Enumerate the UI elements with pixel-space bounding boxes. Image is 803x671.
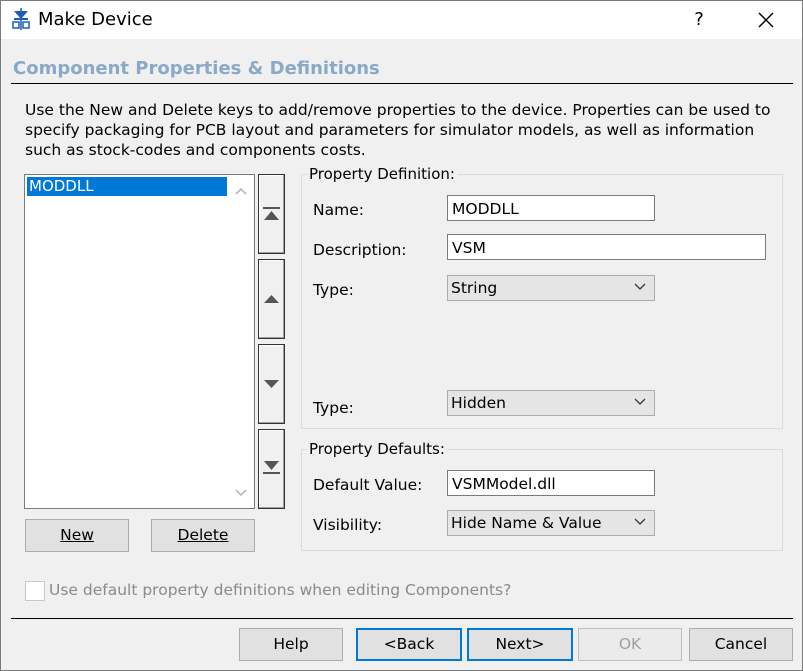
move-up-icon <box>264 295 279 303</box>
help-title-button[interactable]: ? <box>689 9 709 30</box>
scroll-down-icon[interactable] <box>233 485 249 501</box>
move-top-icon <box>263 207 280 220</box>
back-label: <Back <box>383 635 435 653</box>
move-down-button[interactable] <box>258 344 285 424</box>
make-device-dialog: Make Device ? Component Properties & Def… <box>0 0 803 671</box>
scroll-up-icon[interactable] <box>233 183 249 199</box>
default-value-field[interactable]: VSMModel.dll <box>447 470 655 496</box>
cancel-label: Cancel <box>714 635 768 653</box>
description-field[interactable]: VSM <box>447 234 766 260</box>
footer-divider <box>11 618 793 619</box>
help-label: Help <box>273 635 309 653</box>
move-bottom-button[interactable] <box>258 429 285 509</box>
move-top-button[interactable] <box>258 174 285 254</box>
type-value: String <box>451 279 498 297</box>
delete-button[interactable]: Delete <box>151 519 255 552</box>
move-up-button[interactable] <box>258 259 285 339</box>
default-value-label: Default Value: <box>313 476 423 494</box>
chevron-down-icon <box>634 398 646 405</box>
visibility-value: Hide Name & Value <box>451 514 602 532</box>
chevron-down-icon <box>634 283 646 290</box>
type2-value: Hidden <box>451 394 506 412</box>
type2-select[interactable]: Hidden <box>447 390 655 416</box>
list-item[interactable]: MODDLL <box>27 177 227 196</box>
visibility-label: Visibility: <box>313 516 383 534</box>
property-listbox[interactable]: MODDLL <box>24 174 255 509</box>
move-bottom-icon <box>263 461 280 474</box>
ok-button: OK <box>578 628 682 661</box>
cancel-button[interactable]: Cancel <box>689 628 793 661</box>
visibility-select[interactable]: Hide Name & Value <box>447 510 655 536</box>
new-label: New <box>60 526 94 544</box>
section-title: Component Properties & Definitions <box>13 58 380 79</box>
header-divider <box>11 83 793 84</box>
default-definitions-checkbox[interactable] <box>25 581 45 601</box>
description-label: Description: <box>313 241 407 259</box>
property-definition-title: Property Definition: <box>307 165 458 183</box>
new-button[interactable]: New <box>25 519 129 552</box>
window-title: Make Device <box>38 9 153 30</box>
help-button[interactable]: Help <box>239 628 343 661</box>
name-field[interactable]: MODDLL <box>447 195 655 221</box>
name-label: Name: <box>313 201 364 219</box>
title-bar: Make Device ? <box>1 1 802 39</box>
next-button[interactable]: Next> <box>467 628 573 661</box>
ok-label: OK <box>618 635 642 653</box>
type2-label: Type: <box>313 399 354 417</box>
back-button[interactable]: <Back <box>356 628 462 661</box>
chevron-down-icon <box>634 518 646 525</box>
diode-icon <box>12 8 30 30</box>
type-label: Type: <box>313 281 354 299</box>
default-definitions-label: Use default property definitions when ed… <box>49 581 512 599</box>
move-down-icon <box>264 380 279 388</box>
delete-label: Delete <box>177 526 229 544</box>
instructions-text: Use the New and Delete keys to add/remov… <box>25 101 771 159</box>
close-icon[interactable] <box>753 7 779 33</box>
property-defaults-title: Property Defaults: <box>307 440 448 458</box>
type-select[interactable]: String <box>447 275 655 301</box>
next-label: Next> <box>495 635 545 653</box>
